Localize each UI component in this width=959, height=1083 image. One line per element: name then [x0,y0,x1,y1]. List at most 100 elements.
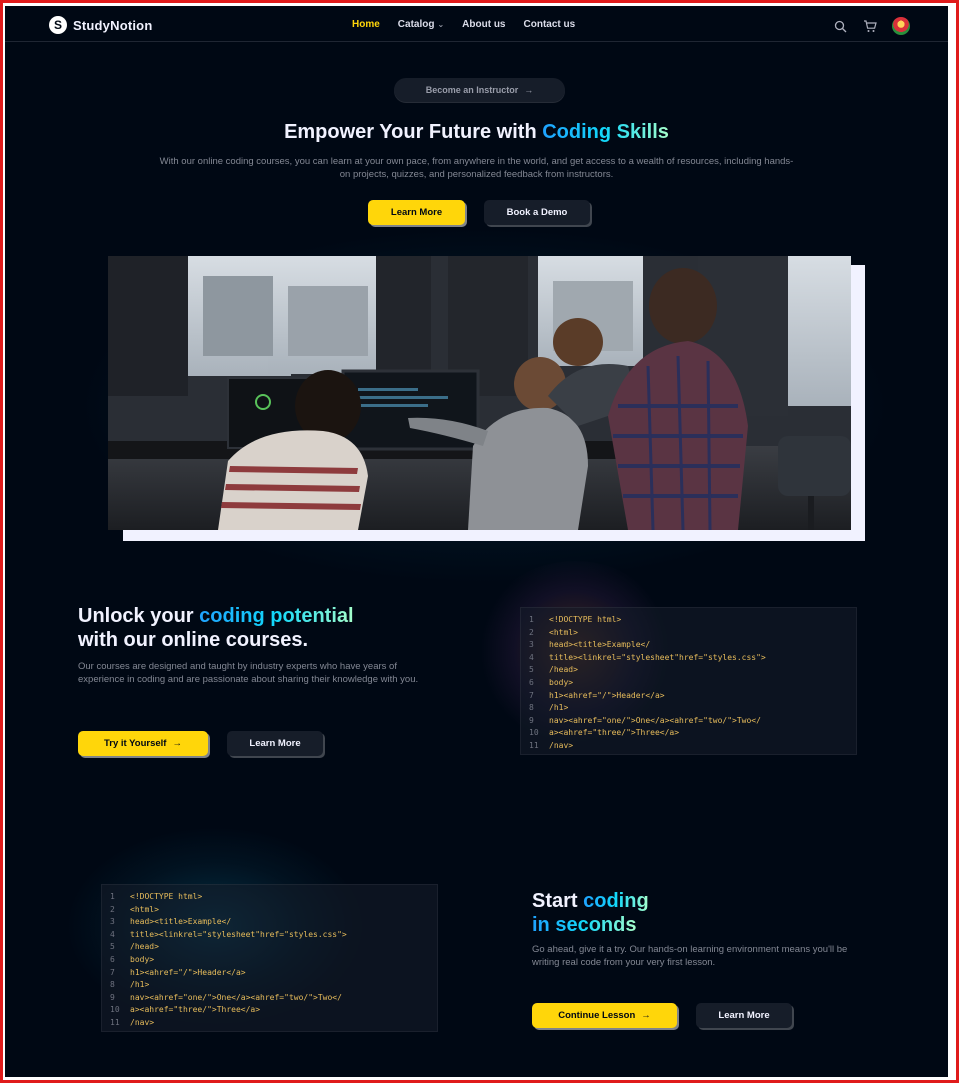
code-text: head><title>Example</ [549,640,651,650]
line-number: 6 [110,954,115,964]
section2-title-highlight-1: coding [583,890,649,912]
section1-learn-more-button[interactable]: Learn More [227,731,323,756]
nav-links: Home Catalog ⌄ About us Contact us [352,19,575,30]
nav-link-contact[interactable]: Contact us [524,19,576,30]
video-scene-image [108,256,851,530]
line-number: 9 [110,992,115,1002]
line-number: 11 [110,1017,120,1027]
code-text: h1><ahref="/">Header</a> [549,690,665,700]
section1-title-prefix: Unlock your [78,605,200,627]
hero-title-highlight: Coding Skills [542,121,669,143]
code-text: <html> [549,627,578,637]
line-number: 4 [110,929,115,939]
code-text: a><ahref="three/">Three</a> [130,1005,261,1015]
code-line: 6 body> [529,677,848,690]
line-number: 3 [529,640,534,650]
nav-icons [832,17,910,35]
code-line: 1 <!DOCTYPE html> [110,891,429,904]
code-line: 11/nav> [529,740,848,753]
chevron-down-icon: ⌄ [437,20,445,29]
code-line: 3 head><title>Example</ [110,916,429,929]
nav-link-catalog[interactable]: Catalog ⌄ [398,19,444,30]
section1-title: Unlock your coding potential with our on… [78,604,478,652]
code-line: 4 title><linkrel="stylesheet"href="styles… [110,929,429,942]
code-text: /h1> [130,980,150,990]
code-block-1: 1 <!DOCTYPE html> 2 <html> 3 head><title>Exam… [520,607,857,755]
code-line: 1 <!DOCTYPE html> [529,614,848,627]
line-number: 2 [529,627,534,637]
code-text: /head> [549,665,578,675]
code-line: 9 nav><ahref="one/">One</a><ahref="two/">… [110,992,429,1005]
code-text: a><ahref="three/">Three</a> [549,728,680,738]
code-text: h1><ahref="/">Header</a> [130,967,246,977]
code-line: 5/head> [529,664,848,677]
line-number: 10 [529,728,539,738]
line-number: 10 [110,1005,120,1015]
line-number: 4 [529,652,534,662]
code-text: title><linkrel="stylesheet"href="styles.… [130,929,347,939]
code-text: head><title>Example</ [130,917,232,927]
book-demo-button[interactable]: Book a Demo [484,200,590,225]
section1-title-highlight: coding potential [199,605,354,627]
code-text: /nav> [549,740,574,750]
hero-learn-more-button[interactable]: Learn More [368,200,465,225]
section2-description: Go ahead, give it a try. Our hands-on le… [532,944,848,968]
code-line: 2 <html> [529,627,848,640]
navbar: S StudyNotion Home Catalog ⌄ About us Con… [5,6,948,42]
line-number: 11 [529,740,539,750]
cart-icon[interactable] [862,18,878,34]
code-line: 7 h1><ahref="/">Header</a> [110,967,429,980]
section2-title-highlight-2: in seconds [532,914,637,936]
section2-title-prefix: Start [532,890,584,912]
try-it-yourself-button[interactable]: Try it Yourself → [78,731,208,756]
become-instructor-label: Become an Instructor [425,85,519,95]
line-number: 9 [529,715,534,725]
line-number: 2 [110,904,115,914]
line-number: 7 [110,967,115,977]
code-line: 9 nav><ahref="one/">One</a><ahref="two/">… [529,715,848,728]
code-line: 6 body> [110,954,429,967]
code-line: 4 title><linkrel="stylesheet"href="styles… [529,652,848,665]
logo[interactable]: S StudyNotion [49,16,152,34]
line-number: 1 [110,892,115,901]
hero-title: Empower Your Future with Coding Skills [5,121,948,144]
section2-title: Start coding in seconds [532,889,832,937]
code-text: nav><ahref="one/">One</a><ahref="two/">T… [549,715,761,725]
code-line: 2 <html> [110,904,429,917]
logo-icon: S [49,16,67,34]
avatar[interactable] [892,17,910,35]
code-line: 3 head><title>Example</ [529,639,848,652]
arrow-right-icon: → [641,1010,651,1021]
logo-text: StudyNotion [73,17,153,33]
arrow-right-icon: → [172,738,182,749]
code-text: /h1> [549,703,569,713]
line-number: 3 [110,917,115,927]
code-line: 8/h1> [110,979,429,992]
code-text: /head> [130,942,159,952]
code-text: /nav> [130,1017,155,1027]
line-number: 6 [529,677,534,687]
code-line: 10 a><ahref="three/">Three</a> [110,1004,429,1017]
hero-video[interactable] [108,256,851,530]
code-line: 8/h1> [529,702,848,715]
section2-learn-more-button[interactable]: Learn More [696,1003,792,1028]
hero-subtitle: With our online coding courses, you can … [159,156,794,180]
search-icon[interactable] [832,18,848,34]
nav-link-about[interactable]: About us [462,19,505,30]
hero-title-prefix: Empower Your Future with [284,121,543,143]
nav-link-home[interactable]: Home [352,19,380,30]
line-number: 1 [529,615,534,624]
code-text: body> [130,954,155,964]
line-number: 5 [110,942,115,952]
continue-lesson-button[interactable]: Continue Lesson → [532,1003,677,1028]
line-number: 7 [529,690,534,700]
code-line: 7 h1><ahref="/">Header</a> [529,690,848,703]
code-text: <!DOCTYPE html> [130,892,203,901]
become-instructor-button[interactable]: Become an Instructor → [394,78,565,102]
code-line: 11/nav> [110,1017,429,1030]
code-block-2: 1 <!DOCTYPE html> 2 <html> 3 head><title>Exam… [101,884,438,1032]
code-text: body> [549,677,574,687]
line-number: 8 [529,703,534,713]
section1-description: Our courses are designed and taught by i… [78,661,419,685]
code-text: <html> [130,904,159,914]
